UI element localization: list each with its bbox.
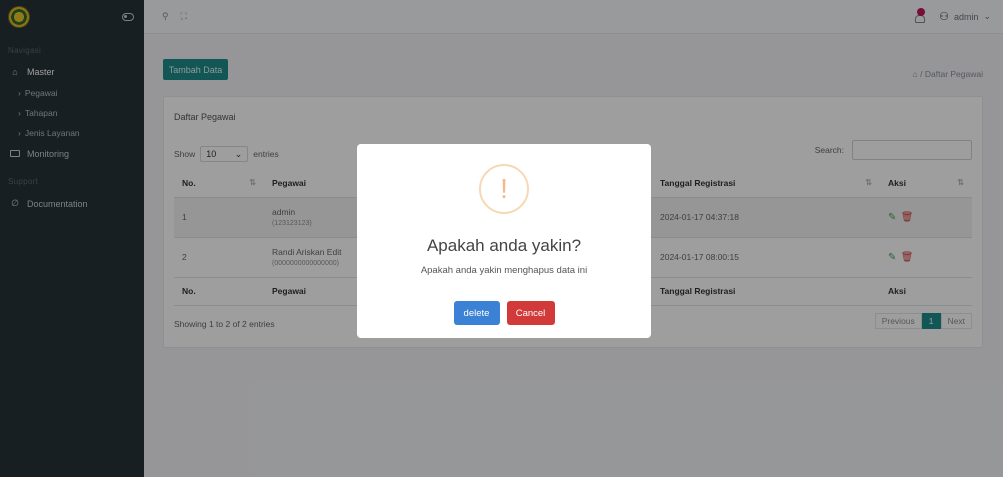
dialog-actions: delete Cancel [357, 301, 651, 325]
warning-icon: ! [479, 164, 529, 214]
dialog-text: Apakah anda yakin menghapus data ini [420, 265, 588, 276]
dialog-title: Apakah anda yakin? [426, 236, 582, 255]
confirm-dialog: ! Apakah anda yakin? Apakah anda yakin m… [357, 144, 651, 338]
cancel-button[interactable]: Cancel [506, 301, 555, 325]
delete-button[interactable]: delete [453, 301, 500, 325]
